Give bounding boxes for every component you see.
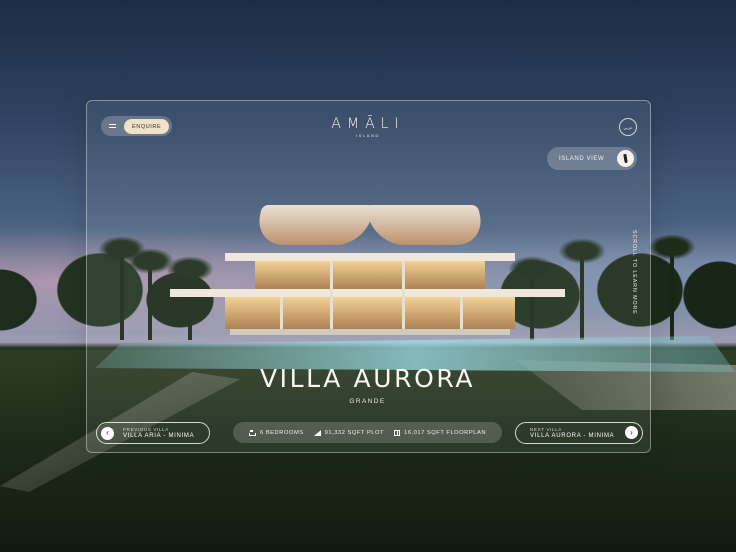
arrow-left-icon: ‹: [101, 426, 114, 440]
previous-villa-kicker: PREVIOUS VILLA: [123, 427, 169, 432]
floorplan-icon: [394, 429, 401, 436]
island-icon: [617, 150, 634, 167]
stat-bedrooms-text: 6 BEDROOMS: [259, 429, 304, 436]
villa-title: VILLA AURORA: [259, 364, 476, 393]
stat-bedrooms: 6 BEDROOMS: [248, 429, 304, 436]
palm-tree: [648, 234, 696, 340]
next-villa-kicker: NEXT VILLA: [530, 427, 562, 432]
scroll-hint[interactable]: SCROLL TO LEARN MORE: [627, 230, 639, 340]
arrow-right-icon: ›: [625, 426, 638, 439]
villa-stats-bar: 6 BEDROOMS 91,332 SQFT PLOT 16,017 SQFT …: [233, 422, 502, 443]
scroll-hint-text: SCROLL TO LEARN MORE: [631, 230, 637, 315]
next-villa-button[interactable]: NEXT VILLA VILLA AURORA - MINIMA ›: [515, 422, 643, 444]
island-view-button[interactable]: ISLAND VIEW: [547, 147, 637, 170]
villa-category: GRANDE: [349, 398, 386, 405]
menu-icon[interactable]: [109, 124, 123, 128]
brand-subtitle: ISLAND: [355, 133, 381, 138]
stat-floorplan-text: 16,017 SQFT FLOORPLAN: [404, 429, 487, 436]
bed-icon: [248, 429, 256, 436]
next-villa-name: VILLA AURORA - MINIMA: [530, 433, 615, 439]
stat-plot-text: 91,332 SQFT PLOT: [324, 429, 385, 436]
stat-floorplan: 16,017 SQFT FLOORPLAN: [394, 429, 487, 436]
plot-icon: [313, 429, 321, 436]
language-toggle-button[interactable]: عربي: [619, 118, 637, 136]
stat-plot: 91,332 SQFT PLOT: [313, 429, 385, 436]
previous-villa-name: VILLA ARIA - MINIMA: [123, 433, 195, 439]
brand-logo[interactable]: AMĀLI ISLAND: [318, 116, 418, 138]
menu-line: [109, 127, 116, 128]
enquire-button[interactable]: ENQUIRE: [124, 119, 170, 134]
menu-line: [109, 124, 116, 125]
brand-name: AMĀLI: [331, 116, 405, 132]
island-view-label: ISLAND VIEW: [559, 155, 605, 162]
previous-villa-button[interactable]: ‹ PREVIOUS VILLA VILLA ARIA - MINIMA: [96, 422, 210, 444]
